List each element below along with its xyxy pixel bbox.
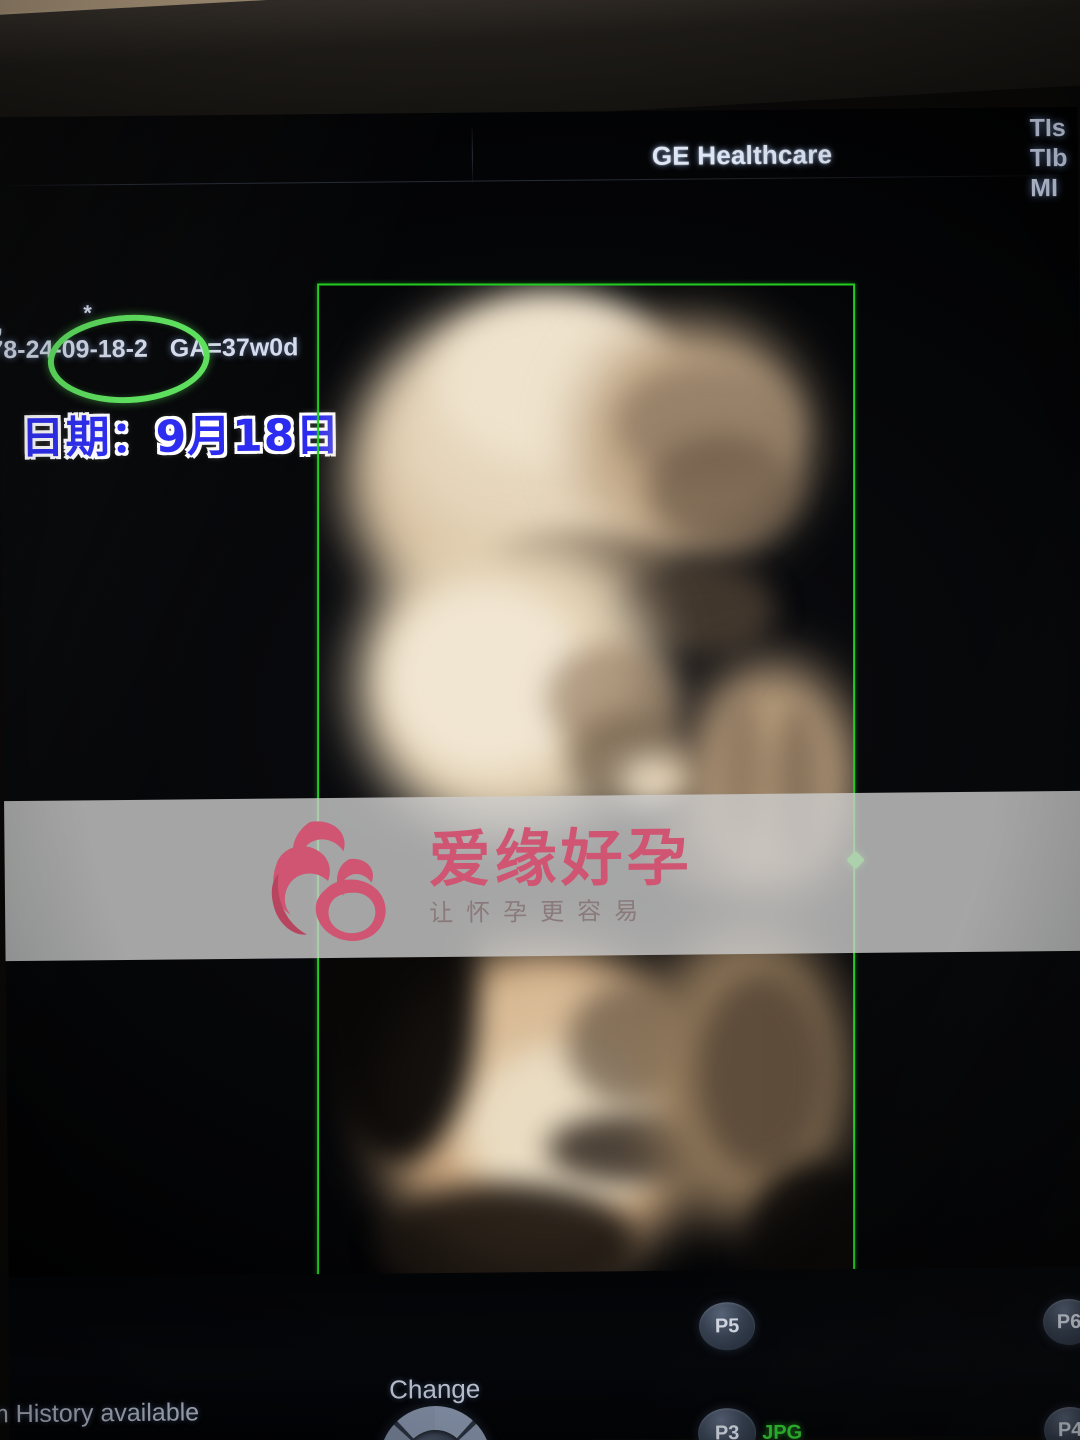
softkey-p4-label: P4 [1057,1418,1080,1440]
roi-knob-dial[interactable]: pos size [378,1405,492,1440]
roi-knob-core[interactable]: pos size [403,1429,468,1440]
roi-rotary-control[interactable]: Change pos size ROI [365,1374,506,1440]
softkey-p5-label: P5 [714,1314,740,1337]
tib-label: TIb [1029,143,1068,173]
watermark: 爱缘好孕 让怀孕更容易 [264,799,825,954]
status-message: m History available [0,1398,200,1429]
ultrasound-screen: GE Healthcare TIs TIb MI hna, * 01778-24… [0,106,1080,1440]
mother-child-logo-icon [264,811,413,946]
softkey-p3-tag-jpg: JPG [762,1421,803,1440]
softkey-p3-label: P3 [714,1421,740,1440]
ge-healthcare-logo: GE Healthcare [651,139,833,171]
watermark-tagline: 让怀孕更容易 [429,896,652,928]
annotation-date-label: 日期：9月18日 [20,409,341,464]
screen-header: GE Healthcare TIs TIb MI [0,107,1079,229]
mi-label: MI [1030,174,1059,203]
acoustic-index-panel: TIs TIb MI [1029,113,1080,204]
watermark-title: 爱缘好孕 [428,820,693,897]
watermark-text: 爱缘好孕 让怀孕更容易 [428,820,693,930]
roi-region[interactable] [317,283,865,1304]
roi-bounding-box[interactable] [317,283,856,1294]
header-divider-horizontal [0,174,1079,187]
roi-knob-top-label: Change [389,1373,481,1405]
tis-label: TIs [1029,113,1066,143]
ultrasound-monitor-photo: GE Healthcare TIs TIb MI hna, * 01778-24… [0,0,1080,1440]
header-divider-vertical [471,126,474,183]
annotation-ellipse-highlight [45,310,213,408]
softkey-p6-label: P6 [1056,1310,1080,1333]
